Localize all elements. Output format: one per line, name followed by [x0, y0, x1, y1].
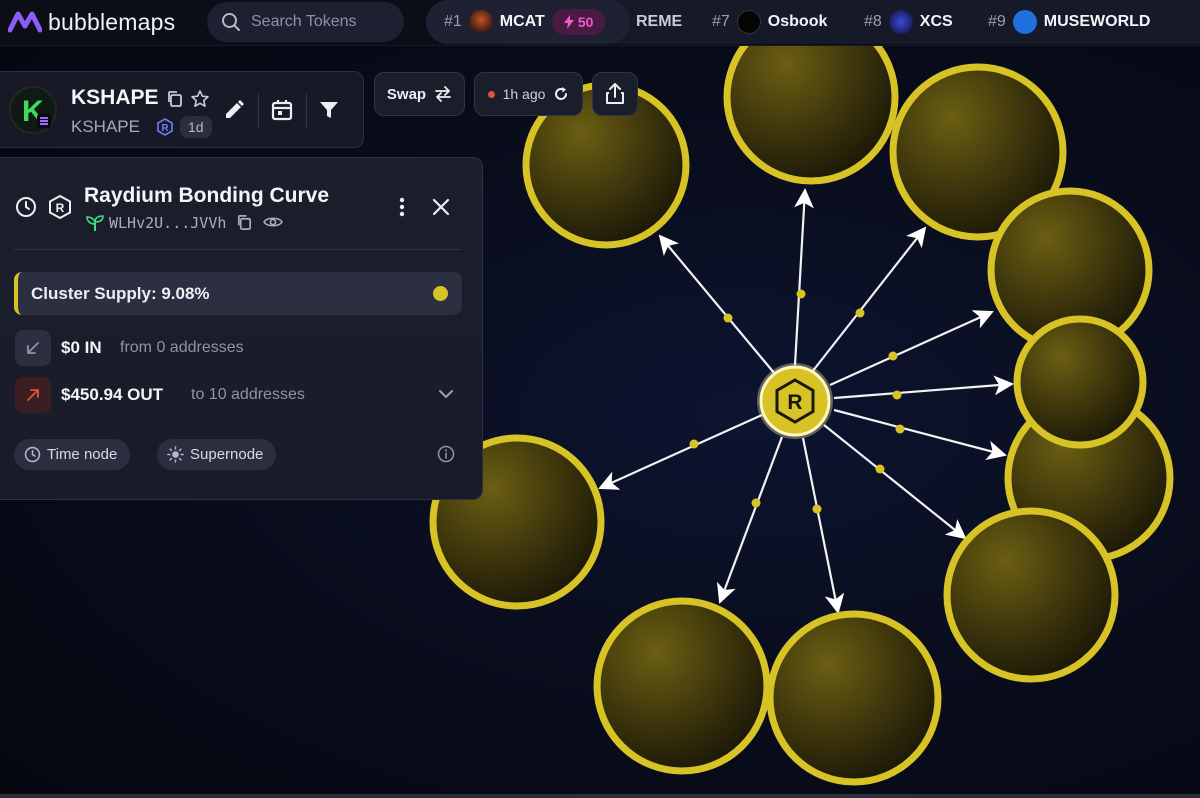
outflow-amount: $450.94 OUT: [61, 385, 164, 404]
token-logo: K: [9, 86, 57, 134]
link-2[interactable]: [793, 188, 814, 366]
raydium-logo-icon: R: [49, 194, 71, 220]
info-icon[interactable]: [437, 445, 455, 463]
copy-icon[interactable]: [166, 90, 184, 108]
search-input[interactable]: [251, 13, 391, 31]
filter-icon[interactable]: [318, 99, 340, 121]
outflow-destinations: to 10 addresses: [191, 386, 305, 403]
lightning-icon: [563, 15, 574, 29]
sun-icon: [167, 446, 184, 463]
cluster-color-dot: [433, 286, 448, 301]
more-options-icon[interactable]: [392, 196, 412, 218]
link-7[interactable]: [823, 424, 967, 540]
search-icon: [222, 13, 240, 31]
token-symbol: KSHAPE: [71, 117, 140, 136]
sprout-icon: [86, 215, 104, 231]
search-box[interactable]: [207, 2, 404, 42]
mcat-avatar-icon: [468, 10, 493, 34]
token-name: KSHAPE: [71, 86, 159, 109]
toolbar-divider: [258, 94, 259, 128]
cluster-supply-bar[interactable]: Cluster Supply: 9.08%: [14, 272, 462, 315]
refresh-icon: [555, 87, 568, 100]
toolbar-divider: [306, 94, 307, 128]
inflow-sources: from 0 addresses: [120, 339, 244, 356]
museworld-avatar-icon: [1012, 10, 1037, 34]
swap-button[interactable]: Swap: [374, 72, 465, 116]
share-button[interactable]: [592, 72, 638, 116]
token-logo-icon: K: [22, 95, 51, 128]
xcs-avatar-icon: [888, 10, 913, 34]
ticker-item-7[interactable]: #7 Osbook: [712, 0, 827, 44]
link-10[interactable]: [598, 413, 763, 490]
bubblemaps-logo-icon: [8, 11, 42, 33]
time-node-tag[interactable]: Time node: [14, 439, 131, 470]
eye-icon[interactable]: [263, 215, 283, 229]
holder-bubble[interactable]: [1013, 315, 1147, 449]
holder-bubble[interactable]: [723, 46, 899, 185]
boost-badge: 50: [551, 9, 606, 35]
supernode-tag[interactable]: Supernode: [157, 439, 277, 470]
svg-text:R: R: [56, 201, 65, 215]
cluster-supply-text: Cluster Supply: 9.08%: [31, 284, 210, 303]
clock-icon: [24, 446, 41, 463]
inflow-icon: [15, 330, 51, 366]
osbook-avatar-icon: [736, 10, 761, 34]
clock-icon[interactable]: [15, 196, 37, 218]
holder-bubble[interactable]: [593, 597, 771, 775]
ticker-item-1[interactable]: #1 MCAT 50: [444, 0, 606, 44]
share-icon: [606, 83, 624, 104]
token-age-chip: 1d: [180, 116, 212, 138]
brand-logo[interactable]: bubblemaps: [8, 8, 175, 36]
link-5[interactable]: [833, 375, 1014, 400]
link-4[interactable]: [829, 310, 994, 387]
top-bar: bubblemaps #1 MCAT 50 REME #7 Osbook: [0, 0, 1200, 46]
trending-ticker: #1 MCAT 50 REME #7 Osbook #8 XCS #9 MUSE…: [426, 0, 1200, 44]
star-icon[interactable]: [190, 89, 210, 109]
center-node-label: R: [787, 391, 802, 414]
svg-text:R: R: [161, 123, 169, 134]
outflow-icon: [15, 377, 51, 413]
live-status-dot: [487, 90, 495, 98]
raydium-badge-icon: R: [157, 118, 173, 136]
refresh-button[interactable]: 1h ago: [474, 72, 583, 116]
inflow-amount: $0 IN: [61, 338, 102, 357]
link-1[interactable]: [658, 234, 781, 381]
link-8[interactable]: [801, 437, 845, 614]
token-header-card: K KSHAPE KSHAPE R 1d: [0, 71, 364, 148]
link-6[interactable]: [833, 408, 1007, 461]
ticker-item-9[interactable]: #9 MUSEWORLD: [988, 0, 1150, 44]
ticker-item-partial[interactable]: REME: [636, 0, 682, 44]
close-icon[interactable]: [431, 197, 451, 217]
bottom-edge: [0, 794, 1200, 798]
swap-arrows-icon: [435, 86, 451, 102]
raydium-center-node[interactable]: R: [757, 363, 833, 439]
holder-bubble[interactable]: [766, 610, 942, 786]
calendar-icon[interactable]: [270, 98, 294, 122]
edit-icon[interactable]: [222, 98, 246, 122]
chevron-down-icon[interactable]: [437, 387, 455, 401]
ticker-item-8[interactable]: #8 XCS: [864, 0, 953, 44]
holder-bubble[interactable]: [943, 507, 1119, 683]
node-detail-panel: R Raydium Bonding Curve WLHv2U...JVVh Cl…: [0, 157, 483, 500]
node-title: Raydium Bonding Curve: [84, 184, 330, 207]
brand-name: bubblemaps: [48, 8, 176, 35]
copy-address-icon[interactable]: [236, 214, 253, 231]
node-address: WLHv2U...JVVh: [109, 214, 227, 232]
link-9[interactable]: [717, 436, 784, 604]
panel-divider: [14, 249, 462, 250]
